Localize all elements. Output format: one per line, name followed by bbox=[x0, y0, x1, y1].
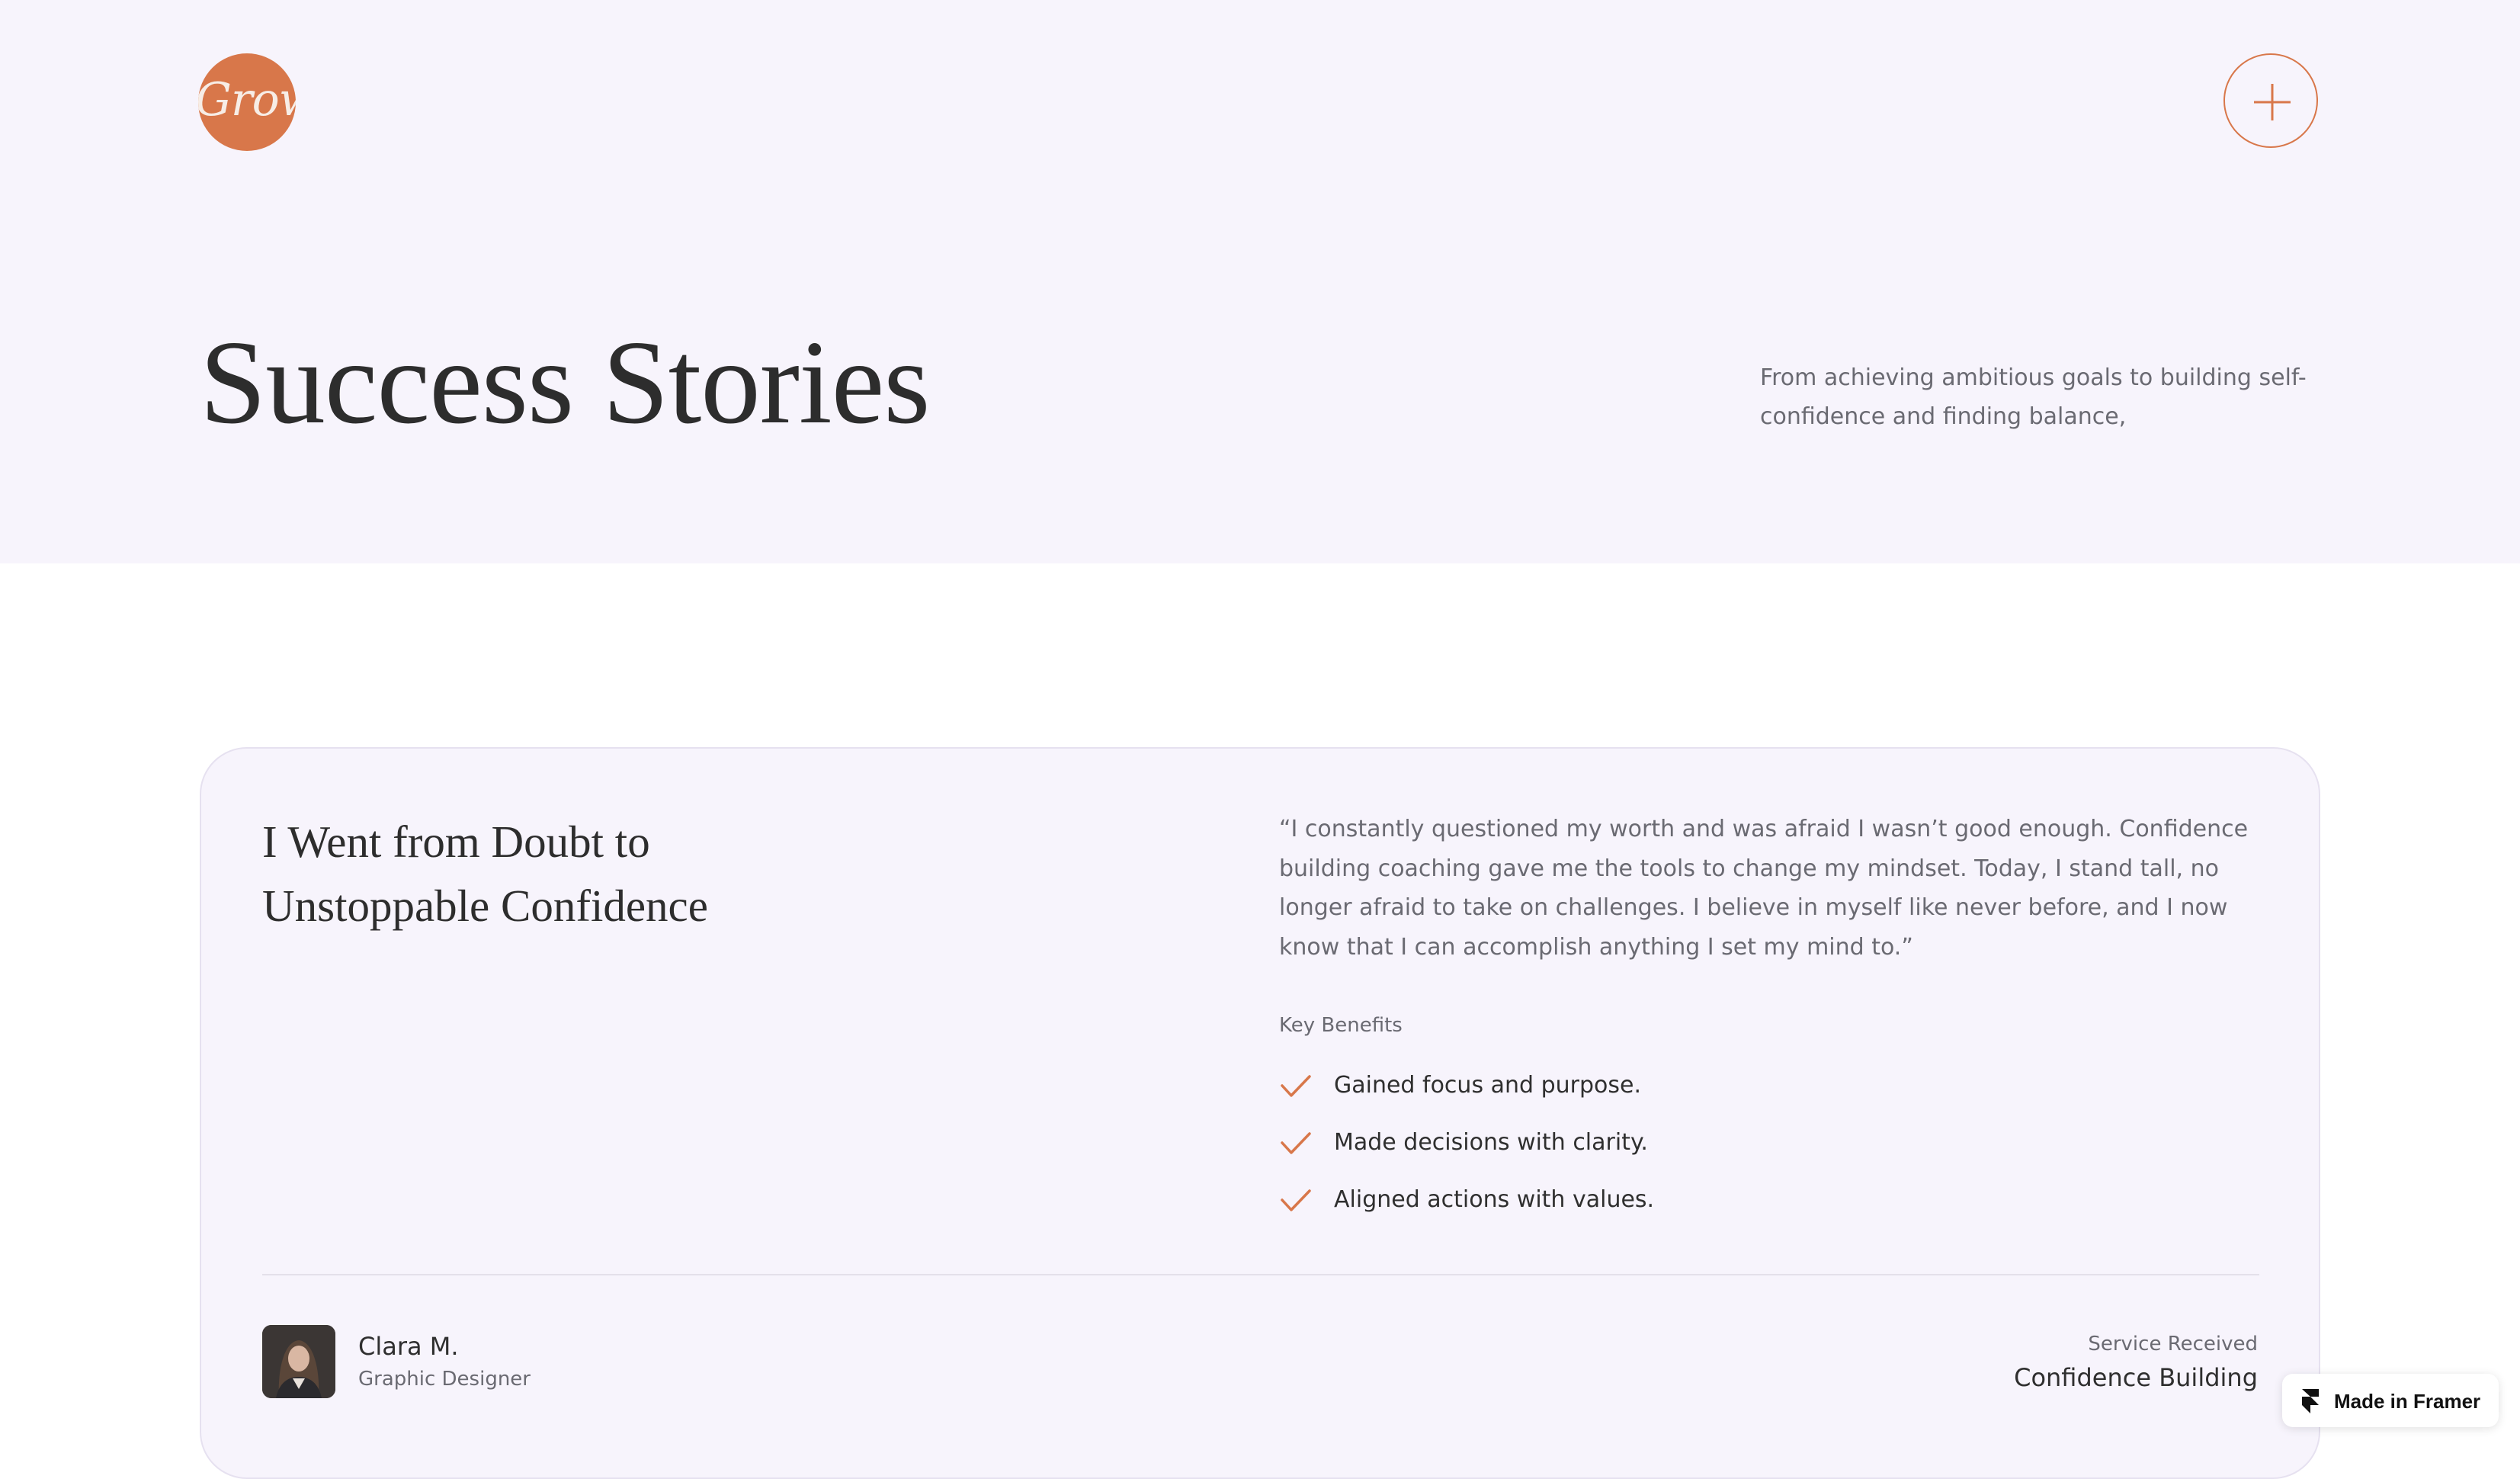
logo[interactable]: Grow bbox=[198, 53, 296, 151]
check-icon bbox=[1281, 1075, 1311, 1097]
benefit-item: Aligned actions with values. bbox=[1279, 1185, 1654, 1242]
logo-text: Grow bbox=[198, 73, 296, 127]
made-in-framer-badge[interactable]: Made in Framer bbox=[2282, 1374, 2499, 1427]
plus-icon bbox=[2254, 84, 2291, 120]
story-title: I Went from Doubt to Unstoppable Confide… bbox=[262, 816, 708, 931]
check-icon bbox=[1281, 1132, 1311, 1154]
benefit-text: Aligned actions with values. bbox=[1334, 1186, 1655, 1213]
avatar bbox=[262, 1325, 335, 1398]
success-story-card: I Went from Doubt to Unstoppable Confide… bbox=[200, 747, 2320, 1479]
divider bbox=[262, 1274, 2259, 1275]
page-title: Success Stories bbox=[200, 316, 930, 448]
framer-icon bbox=[2302, 1389, 2319, 1413]
menu-button[interactable] bbox=[2223, 53, 2318, 148]
badge-label: Made in Framer bbox=[2334, 1390, 2481, 1413]
service-label: Service Received bbox=[2088, 1333, 2258, 1355]
benefit-item: Made decisions with clarity. bbox=[1279, 1128, 1654, 1185]
check-icon bbox=[1281, 1189, 1311, 1211]
benefit-text: Gained focus and purpose. bbox=[1334, 1072, 1641, 1099]
service-value: Confidence Building bbox=[2014, 1363, 2258, 1392]
hero-description: From achieving ambitious goals to buildi… bbox=[1760, 364, 2307, 430]
hero-section: Grow Success Stories From achieving ambi… bbox=[0, 0, 2520, 563]
person-name: Clara M. bbox=[358, 1332, 459, 1361]
key-benefits-label: Key Benefits bbox=[1279, 1014, 1403, 1037]
person-photo bbox=[262, 1325, 335, 1398]
benefit-item: Gained focus and purpose. bbox=[1279, 1070, 1654, 1128]
benefit-text: Made decisions with clarity. bbox=[1334, 1129, 1648, 1156]
testimonial-quote: “I constantly questioned my worth and wa… bbox=[1279, 816, 2249, 961]
person-role: Graphic Designer bbox=[358, 1368, 531, 1391]
benefits-list: Gained focus and purpose. Made decisions… bbox=[1279, 1070, 1654, 1242]
